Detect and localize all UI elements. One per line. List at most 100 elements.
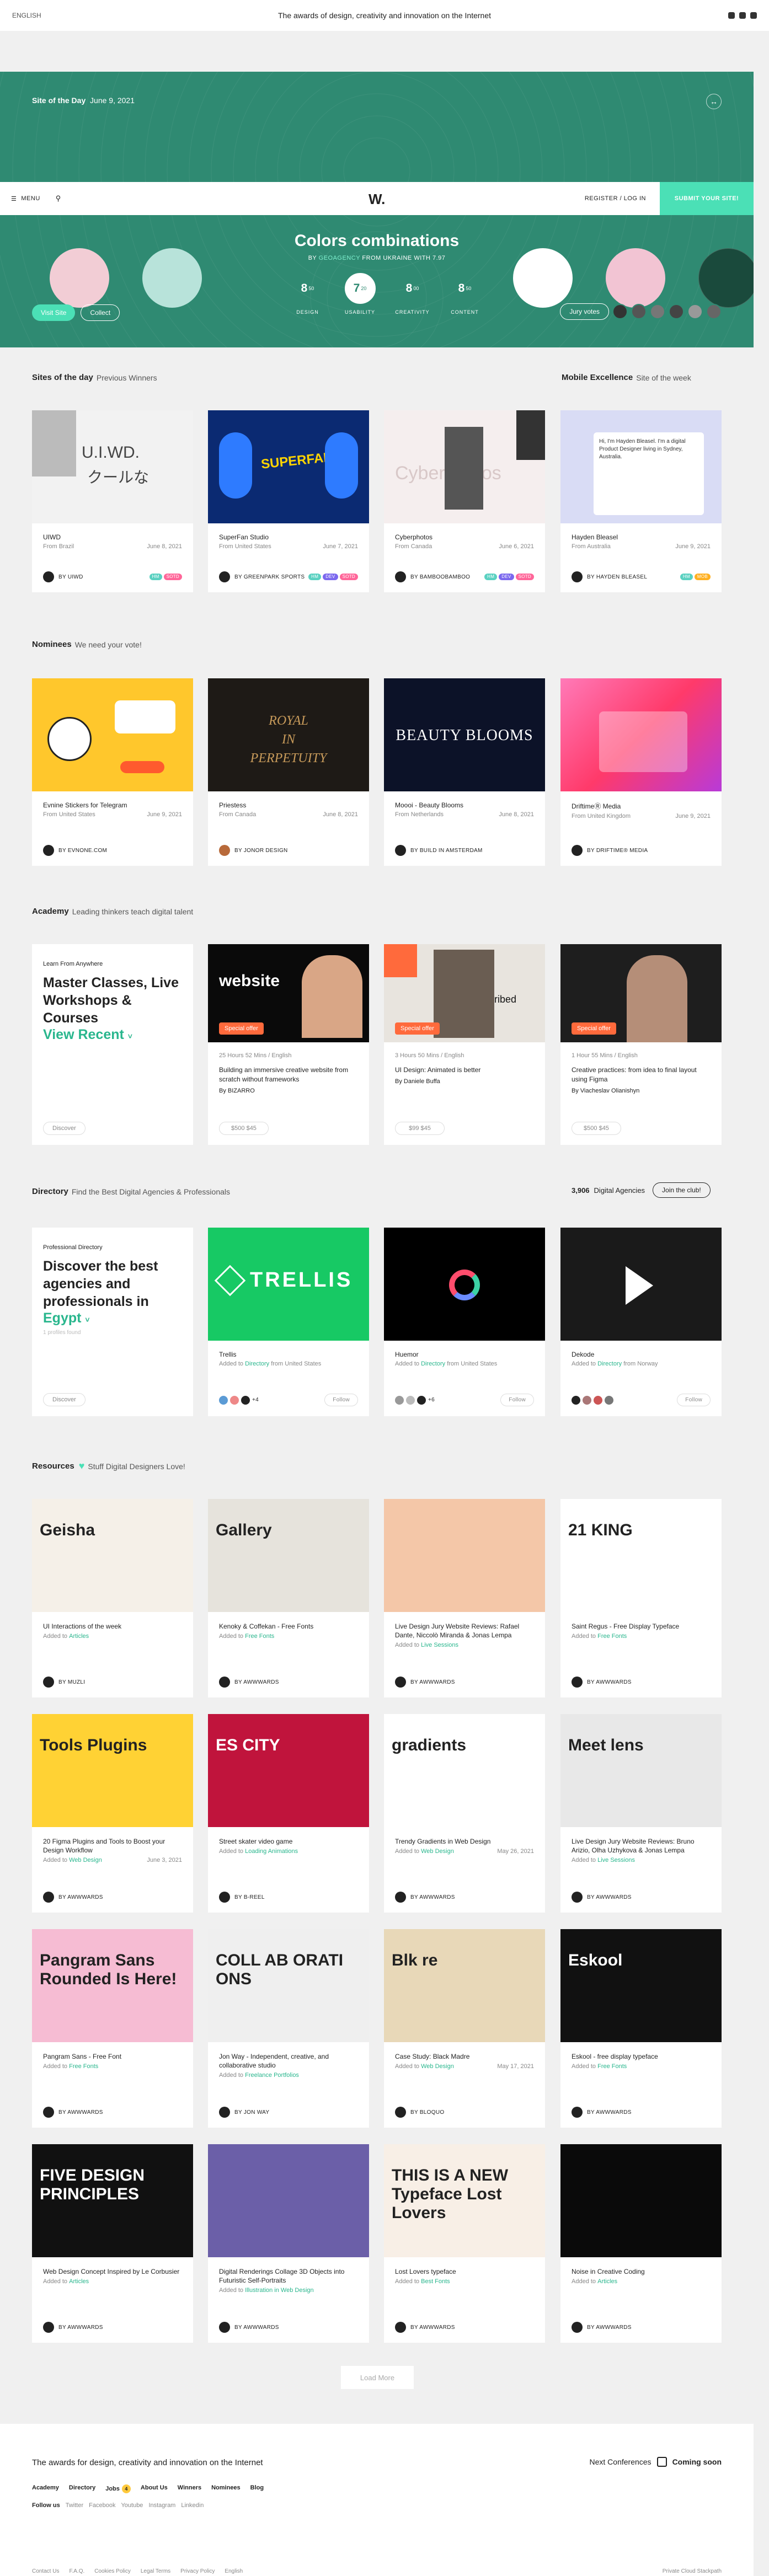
- category-link[interactable]: Articles: [69, 2278, 89, 2285]
- sotd-card[interactable]: SUPERFAN SuperFan Studio From United Sta…: [208, 410, 369, 592]
- resource-card[interactable]: Meet lens Live Design Jury Website Review…: [560, 1714, 722, 1913]
- card-title[interactable]: Noise in Creative Coding: [560, 2257, 722, 2276]
- jury-votes-button[interactable]: Jury votes: [560, 303, 609, 320]
- section-subtitle[interactable]: Previous Winners: [97, 373, 157, 382]
- card-title[interactable]: Lost Lovers typeface: [384, 2257, 545, 2276]
- coming-soon-link[interactable]: Coming soon: [672, 2457, 722, 2466]
- resource-card[interactable]: Gallery Kenoky & Coffekan - Free Fonts Add…: [208, 1499, 369, 1697]
- nominee-card[interactable]: ROYAL IN PERPETUITY Priestess From Canada J…: [208, 678, 369, 866]
- card-author[interactable]: BY JON WAY: [234, 2109, 269, 2116]
- card-author[interactable]: BY AWWWARDS: [410, 1894, 455, 1900]
- nominee-card[interactable]: DriftimeⓇ Media From United Kingdom June …: [560, 678, 722, 866]
- card-thumbnail[interactable]: [384, 1499, 545, 1612]
- share-icon[interactable]: ↔: [706, 94, 722, 109]
- card-title[interactable]: Live Design Jury Website Reviews: Rafael…: [384, 1612, 545, 1640]
- footer-link-jobs[interactable]: Jobs 4: [105, 2484, 131, 2493]
- card-author[interactable]: BY AWWWARDS: [587, 1679, 632, 1685]
- card-thumbnail[interactable]: THIS IS A NEW Typeface Lost Lovers: [384, 2144, 545, 2257]
- awwwards-logo[interactable]: W.: [369, 191, 385, 208]
- resource-card[interactable]: Tools Plugins 20 Figma Plugins and Tools …: [32, 1714, 193, 1913]
- card-author[interactable]: BY DRIFTIME® MEDIA: [587, 848, 648, 854]
- card-title[interactable]: Cyberphotos: [384, 523, 545, 541]
- load-more-button[interactable]: Load More: [341, 2366, 414, 2389]
- resource-card[interactable]: Eskool Eskool - free display typeface Adde…: [560, 1929, 722, 2128]
- card-title[interactable]: Kenoky & Coffekan - Free Fonts: [208, 1612, 369, 1631]
- category-link[interactable]: Free Fonts: [245, 1633, 274, 1640]
- card-thumbnail[interactable]: [208, 2144, 369, 2257]
- social-instagram[interactable]: Instagram: [148, 2502, 175, 2509]
- card-thumbnail[interactable]: Hi, I'm Hayden Bleasel. I'm a digital Pr…: [560, 410, 722, 523]
- visit-site-button[interactable]: Visit Site: [32, 304, 76, 321]
- footer-link-blog[interactable]: Blog: [250, 2484, 264, 2493]
- card-thumbnail[interactable]: gradients: [384, 1714, 545, 1827]
- card-author[interactable]: BY UIWD: [58, 574, 83, 580]
- card-author[interactable]: BY BAMBOOBAMBOO: [410, 574, 470, 580]
- join-club-button[interactable]: Join the club!: [653, 1182, 711, 1198]
- card-title[interactable]: UIWD: [32, 523, 193, 541]
- discover-button[interactable]: Discover: [43, 1122, 86, 1135]
- category-link[interactable]: Directory: [245, 1361, 269, 1367]
- card-author[interactable]: BY AWWWARDS: [587, 2109, 632, 2116]
- card-thumbnail[interactable]: ribed Special offer: [384, 944, 545, 1042]
- course-title[interactable]: Building an immersive creative website f…: [208, 1059, 369, 1084]
- category-link[interactable]: Directory: [421, 1361, 445, 1367]
- card-thumbnail[interactable]: [560, 678, 722, 791]
- resource-card[interactable]: 21 KING Saint Regus - Free Display Typefa…: [560, 1499, 722, 1697]
- course-title[interactable]: UI Design: Animated is better: [384, 1059, 545, 1075]
- card-title[interactable]: UI Interactions of the week: [32, 1612, 193, 1631]
- category-link[interactable]: Web Design: [421, 2063, 454, 2070]
- card-title[interactable]: 20 Figma Plugins and Tools to Boost your…: [32, 1827, 193, 1855]
- sotd-card[interactable]: U.I.WD. クールな UIWD From Brazil June 8, 202…: [32, 410, 193, 592]
- card-thumbnail[interactable]: [32, 678, 193, 791]
- language-link[interactable]: English: [225, 2568, 243, 2574]
- agency-link[interactable]: GEOAGENCY: [319, 255, 360, 261]
- course-card[interactable]: website Special offer 25 Hours 52 Mins /…: [208, 944, 369, 1145]
- card-author[interactable]: BY BLOQUO: [410, 2109, 444, 2116]
- card-thumbnail[interactable]: [560, 2144, 722, 2257]
- price-button[interactable]: $500 $45: [219, 1122, 269, 1135]
- author-name[interactable]: Daniele Buffa: [404, 1078, 440, 1085]
- category-link[interactable]: Directory: [597, 1361, 622, 1367]
- footer-link-academy[interactable]: Academy: [32, 2484, 59, 2493]
- course-card[interactable]: Special offer 1 Hour 55 Mins / English C…: [560, 944, 722, 1145]
- card-author[interactable]: BY AWWWARDS: [410, 1679, 455, 1685]
- card-title[interactable]: Trellis: [208, 1341, 369, 1358]
- card-author[interactable]: BY AWWWARDS: [58, 1894, 103, 1900]
- card-author[interactable]: BY AWWWARDS: [234, 1679, 279, 1685]
- author-name[interactable]: Viacheslav Olianishyn: [580, 1088, 639, 1094]
- card-title[interactable]: Web Design Concept Inspired by Le Corbus…: [32, 2257, 193, 2276]
- card-thumbnail[interactable]: [560, 1228, 722, 1341]
- card-thumbnail[interactable]: BEAUTY BLOOMS: [384, 678, 545, 791]
- twitter-icon[interactable]: [739, 12, 746, 19]
- contact-link[interactable]: Contact Us: [32, 2568, 59, 2574]
- card-author[interactable]: BY MUZLI: [58, 1679, 85, 1685]
- follow-button[interactable]: Follow: [677, 1394, 711, 1406]
- card-title[interactable]: Moooi - Beauty Blooms: [384, 791, 545, 809]
- footer-link-winners[interactable]: Winners: [178, 2484, 201, 2493]
- resource-card[interactable]: gradients Trendy Gradients in Web Design A…: [384, 1714, 545, 1913]
- card-title[interactable]: Saint Regus - Free Display Typeface: [560, 1612, 722, 1631]
- card-thumbnail[interactable]: Meet lens: [560, 1714, 722, 1827]
- facebook-icon[interactable]: [750, 12, 757, 19]
- card-thumbnail[interactable]: [384, 1228, 545, 1341]
- card-title[interactable]: Trendy Gradients in Web Design: [384, 1827, 545, 1846]
- resource-card[interactable]: FIVE DESIGN PRINCIPLES Web Design Concept…: [32, 2144, 193, 2343]
- resource-card[interactable]: Digital Renderings Collage 3D Objects in…: [208, 2144, 369, 2343]
- card-thumbnail[interactable]: U.I.WD. クールな: [32, 410, 193, 523]
- sotd-card[interactable]: Cyberphotos Cyberphotos From Canada June …: [384, 410, 545, 592]
- submit-site-button[interactable]: SUBMIT YOUR SITE!: [660, 182, 754, 215]
- card-title[interactable]: Dekode: [560, 1341, 722, 1358]
- card-thumbnail[interactable]: Geisha: [32, 1499, 193, 1612]
- card-title[interactable]: Case Study: Black Madre: [384, 2042, 545, 2061]
- card-author[interactable]: BY AWWWARDS: [58, 2109, 103, 2116]
- location-selector[interactable]: Egypt ˅: [32, 1310, 193, 1326]
- footer-link-nominees[interactable]: Nominees: [211, 2484, 241, 2493]
- social-facebook[interactable]: Facebook: [89, 2502, 115, 2509]
- agency-card[interactable]: TRELLIS Trellis Added to Directory from …: [208, 1228, 369, 1416]
- card-thumbnail[interactable]: Pangram Sans Rounded Is Here!: [32, 1929, 193, 2042]
- discover-button[interactable]: Discover: [43, 1393, 86, 1406]
- price-button[interactable]: $99 $45: [395, 1122, 445, 1135]
- card-title[interactable]: Digital Renderings Collage 3D Objects in…: [208, 2257, 369, 2285]
- footer-link-directory[interactable]: Directory: [69, 2484, 95, 2493]
- mobile-excellence-card[interactable]: Hi, I'm Hayden Bleasel. I'm a digital Pr…: [560, 410, 722, 592]
